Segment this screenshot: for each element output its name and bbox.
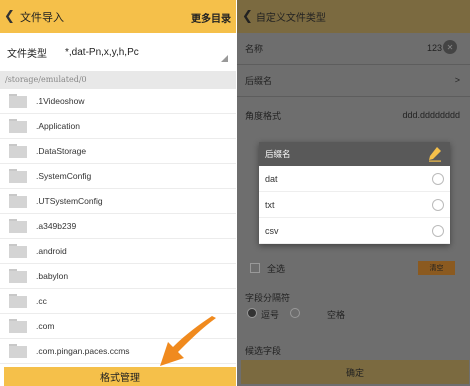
separator-options: 逗号 空格 [237,307,470,321]
suffix-label: 后缀名 [245,76,273,87]
folder-icon [9,269,27,283]
folder-icon [9,219,27,233]
select-all-label: 全选 [267,264,286,275]
more-dirs-button[interactable]: 更多目录 [191,10,231,25]
current-path: /storage/emulated/0 [0,71,236,89]
folder-icon [9,294,27,308]
folder-name: .android [36,246,67,256]
dialog-options: dat txt csv [259,166,450,244]
comma-label: 逗号 [261,310,280,321]
folder-row[interactable]: .UTSystemConfig [0,189,236,214]
back-icon[interactable]: ❮ [242,9,253,24]
dialog-title: 后缀名 [265,150,291,160]
format-manage-button[interactable]: 格式管理 [4,367,236,386]
angle-format-value: ddd.dddddddd [402,110,460,120]
option-label: csv [265,225,279,236]
folder-icon [9,244,27,258]
clear-button[interactable]: 清空 [418,261,455,275]
folder-row[interactable]: .babylon [0,264,236,289]
right-header: ❮ 自定义文件类型 [237,0,470,33]
folder-row[interactable]: .SystemConfig [0,164,236,189]
option-label: txt [265,199,275,210]
option-radio[interactable] [432,199,444,211]
folder-icon [9,194,27,208]
comma-radio[interactable] [247,308,257,318]
sep-label-row: 字段分隔符 [237,290,470,304]
folder-row[interactable]: .android [0,239,236,264]
folder-name: .Application [36,121,80,131]
file-type-value: *,dat-Pn,x,y,h,Pc [65,46,139,58]
folder-name: .a349b239 [36,221,77,231]
folder-name: .com.pingan.paces.ccms [36,346,130,356]
space-radio[interactable] [290,308,300,318]
right-title: 自定义文件类型 [255,13,326,24]
option-label: dat [265,173,278,184]
choose-field-row: 候选字段 [237,343,470,357]
folder-icon [9,344,27,358]
angle-format-label: 角度格式 [245,111,282,122]
suffix-row[interactable]: 后缀名 > [237,68,470,92]
folder-icon [9,144,27,158]
space-label: 空格 [327,310,346,321]
dialog-header: 后缀名 [259,142,450,166]
clear-x-icon[interactable]: ✕ [443,40,457,54]
file-type-label: 文件类型 [7,48,47,60]
separator-label: 字段分隔符 [245,293,291,304]
left-title: 文件导入 [20,10,64,24]
pencil-icon[interactable] [428,146,442,162]
folder-name: .DataStorage [36,146,87,156]
folder-icon [9,319,27,333]
angle-format-row[interactable]: 角度格式 ddd.dddddddd [237,104,470,126]
folder-name: .1Videoshow [36,96,85,106]
dialog-option-dat[interactable]: dat [259,166,450,192]
chevron-right-icon: > [454,75,460,85]
ok-button[interactable]: 确定 [241,360,469,384]
back-icon[interactable]: ❮ [4,9,18,24]
dialog-option-txt[interactable]: txt [259,192,450,218]
folder-name: .babylon [36,271,69,281]
folder-row[interactable]: .cc [0,289,236,314]
folder-row[interactable]: .1Videoshow [0,89,236,114]
name-value[interactable]: 123 [427,43,442,53]
option-radio[interactable] [432,173,444,185]
folder-name: .cc [36,296,47,306]
file-import-screen: ❮ 文件导入 更多目录 文件类型 *,dat-Pn,x,y,h,Pc /stor… [0,0,236,386]
name-label: 名称 [245,44,264,55]
left-header: ❮ 文件导入 更多目录 [0,0,236,33]
suffix-dialog: 后缀名 dat txt csv [259,142,450,244]
folder-name: .UTSystemConfig [36,196,103,206]
folder-icon [9,94,27,108]
folder-row[interactable]: .a349b239 [0,214,236,239]
dialog-option-csv[interactable]: csv [259,218,450,244]
folder-name: .SystemConfig [36,171,92,181]
folder-name: .com [36,321,55,331]
file-type-selector[interactable]: 文件类型 *,dat-Pn,x,y,h,Pc [0,33,236,71]
dropdown-triangle-icon [221,55,228,62]
choose-field-label: 候选字段 [245,346,282,357]
folder-icon [9,119,27,133]
select-all-checkbox[interactable] [250,263,260,273]
name-row: 名称 123 [237,37,470,59]
option-radio[interactable] [432,225,444,237]
screen: ❮ 文件导入 更多目录 文件类型 *,dat-Pn,x,y,h,Pc /stor… [0,0,470,386]
orange-arrow-icon [160,316,216,366]
folder-row[interactable]: .DataStorage [0,139,236,164]
folder-icon [9,169,27,183]
folder-row[interactable]: .Application [0,114,236,139]
